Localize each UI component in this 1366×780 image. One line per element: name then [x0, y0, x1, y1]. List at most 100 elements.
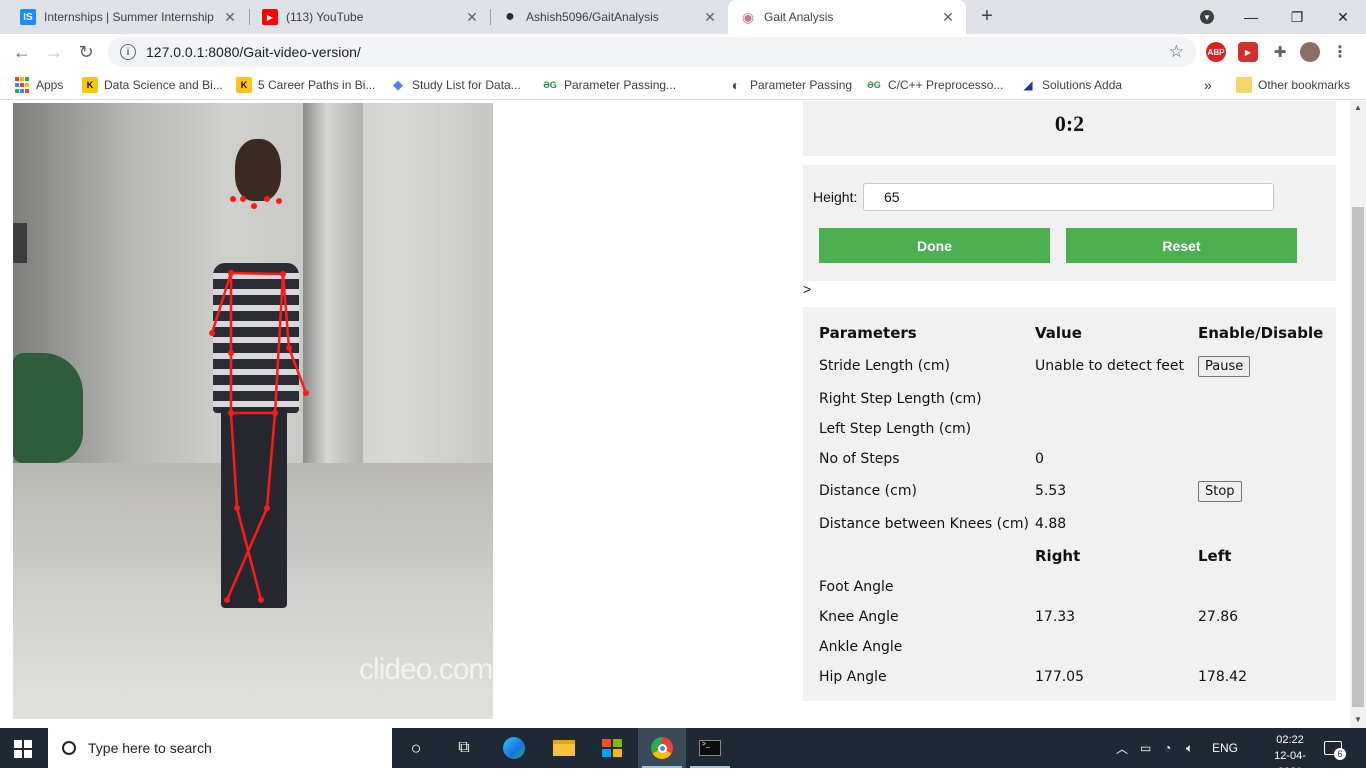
new-tab-button[interactable]: + — [976, 6, 998, 28]
tab-title: Gait Analysis — [764, 10, 834, 24]
extension-media-icon[interactable]: ▶ — [1238, 42, 1258, 62]
github-icon: ● — [505, 8, 515, 25]
tab-strip: IS Internships | Summer Internship 2 ✕ ▶… — [0, 0, 1366, 34]
globe-icon: ◐ — [731, 77, 741, 93]
volume-icon[interactable]: 🔈︎ — [1186, 728, 1193, 768]
extensions-puzzle-icon[interactable]: ✚ — [1270, 42, 1290, 62]
browser-toolbar: ← → ↻ i 127.0.0.1:8080/Gait-video-versio… — [0, 34, 1366, 70]
scrollbar-thumb[interactable] — [1352, 207, 1364, 707]
close-tab-icon[interactable]: ✕ — [940, 9, 956, 26]
bookmark-apps[interactable]: Apps — [14, 76, 63, 94]
cortana-icon[interactable]: ○ — [404, 736, 428, 760]
taskbar-search-box[interactable]: Type here to search — [48, 728, 392, 768]
terminal-icon[interactable]: >_ — [698, 736, 722, 760]
url-text[interactable]: 127.0.0.1:8080/Gait-video-version/ — [146, 44, 1169, 60]
restore-button[interactable]: ❐ — [1274, 0, 1320, 34]
reload-icon[interactable]: ↻ — [74, 40, 98, 64]
height-label: Height: — [813, 189, 858, 205]
parameters-header: Parameters — [819, 324, 917, 342]
steps-label: No of Steps — [819, 451, 900, 467]
knee-distance-label: Distance between Knees (cm) — [819, 516, 1029, 532]
right-header: Right — [1035, 547, 1081, 565]
bookmark-study-list[interactable]: ◆ Study List for Data... — [390, 76, 521, 94]
stride-length-value: Unable to detect feet — [1035, 358, 1184, 374]
height-input[interactable] — [863, 183, 1274, 211]
hip-angle-left: 178.42 — [1198, 669, 1247, 685]
close-tab-icon[interactable]: ✕ — [464, 9, 480, 26]
knee-angle-right: 17.33 — [1035, 609, 1076, 625]
hip-angle-label: Hip Angle — [819, 669, 887, 685]
clock-date: 12-04-2021 — [1274, 750, 1306, 778]
left-step-length-label: Left Step Length (cm) — [819, 421, 972, 437]
tab-youtube[interactable]: ▶ (113) YouTube ✕ — [250, 0, 490, 34]
profile-avatar[interactable] — [1300, 42, 1320, 62]
reset-button[interactable]: Reset — [1066, 228, 1297, 263]
knee-angle-label: Knee Angle — [819, 609, 899, 625]
task-view-icon[interactable]: ⧉ — [452, 736, 476, 760]
distance-value: 5.53 — [1035, 483, 1067, 499]
bookmark-data-science[interactable]: K Data Science and Bi... — [82, 76, 223, 94]
microsoft-store-icon[interactable] — [600, 736, 624, 760]
bookmark-solutions-adda[interactable]: ◢ Solutions Adda — [1020, 76, 1122, 94]
page-scrollbar[interactable]: ▲ ▼ — [1350, 101, 1366, 728]
step-score: 0:2 — [1054, 111, 1085, 136]
tab-title: (113) YouTube — [286, 10, 364, 24]
bookmark-parameter-passing[interactable]: ◐ Parameter Passing — [728, 76, 852, 94]
file-explorer-icon[interactable] — [552, 736, 576, 760]
language-indicator[interactable]: ENG — [1212, 728, 1238, 768]
bookmark-preprocessor[interactable]: ƏG C/C++ Preprocesso... — [866, 76, 1003, 94]
taskbar-clock[interactable]: 02:22 12-04-2021 — [1262, 732, 1318, 780]
close-window-button[interactable]: ✕ — [1320, 0, 1366, 34]
edge-icon[interactable] — [502, 736, 526, 760]
forward-icon[interactable]: → — [42, 40, 66, 64]
address-bar[interactable]: i 127.0.0.1:8080/Gait-video-version/ ☆ — [108, 37, 1196, 67]
tab-title: Internships | Summer Internship 2 — [44, 10, 216, 24]
bookmark-label: Parameter Passing... — [564, 78, 677, 92]
gait-video-frame: clideo.com — [13, 103, 493, 719]
tab-search-icon[interactable]: ▼ — [1184, 0, 1230, 34]
windows-start-icon[interactable] — [14, 740, 32, 758]
chrome-icon[interactable] — [650, 736, 674, 760]
back-icon[interactable]: ← — [10, 40, 34, 64]
tab-internships[interactable]: IS Internships | Summer Internship 2 ✕ — [8, 0, 248, 34]
scroll-down-icon[interactable]: ▼ — [1350, 713, 1366, 727]
folder-icon — [1236, 77, 1252, 93]
tab-github[interactable]: ● Ashish5096/GaitAnalysis ✕ — [490, 0, 728, 34]
pose-skeleton-overlay — [209, 196, 309, 603]
distance-label: Distance (cm) — [819, 483, 917, 499]
pause-button[interactable]: Pause — [1198, 356, 1251, 377]
apps-grid-icon — [14, 77, 30, 93]
bookmark-career-paths[interactable]: K 5 Career Paths in Bi... — [236, 76, 375, 94]
adblock-icon[interactable]: ABP — [1206, 42, 1226, 62]
foot-angle-label: Foot Angle — [819, 579, 894, 595]
page-content: clideo.com 0:2 Height: Done Reset > Para… — [0, 101, 1350, 728]
bookmark-label: Apps — [36, 78, 64, 92]
notification-badge: 6 — [1334, 748, 1346, 760]
kaggle-k-icon: K — [236, 77, 252, 93]
site-info-icon[interactable]: i — [120, 44, 136, 60]
minimize-button[interactable]: — — [1228, 0, 1274, 34]
tab-title: Ashish5096/GaitAnalysis — [526, 10, 659, 24]
tab-gait-analysis[interactable]: ◉ Gait Analysis ✕ — [728, 0, 966, 34]
other-bookmarks[interactable]: Other bookmarks — [1236, 76, 1350, 94]
bookmark-parameter-passing-gfg[interactable]: ƏG Parameter Passing... — [542, 76, 676, 94]
close-tab-icon[interactable]: ✕ — [702, 9, 718, 26]
bookmarks-overflow-chevron-icon[interactable]: » — [1204, 76, 1212, 94]
left-header: Left — [1198, 547, 1232, 565]
geeksforgeeks-icon: ƏG — [543, 80, 557, 90]
bookmark-star-icon[interactable]: ☆ — [1169, 42, 1184, 62]
gait-analysis-favicon-icon: ◉ — [741, 8, 755, 25]
battery-icon[interactable]: ▭ — [1140, 728, 1151, 768]
wifi-icon[interactable]: ◔ — [1164, 728, 1171, 768]
stop-button[interactable]: Stop — [1198, 481, 1242, 502]
stray-text: > — [803, 281, 812, 297]
scroll-up-icon[interactable]: ▲ — [1350, 101, 1366, 115]
search-placeholder: Type here to search — [88, 740, 212, 756]
menu-kebab-icon[interactable]: ⋮ — [1330, 42, 1350, 62]
enable-disable-header: Enable/Disable — [1198, 324, 1324, 342]
done-button[interactable]: Done — [819, 228, 1050, 263]
close-tab-icon[interactable]: ✕ — [222, 9, 238, 26]
notification-center-icon[interactable]: 6 — [1324, 728, 1354, 768]
height-panel: Height: Done Reset — [803, 165, 1336, 281]
tray-chevron-icon[interactable]: ︿ — [1116, 728, 1128, 768]
